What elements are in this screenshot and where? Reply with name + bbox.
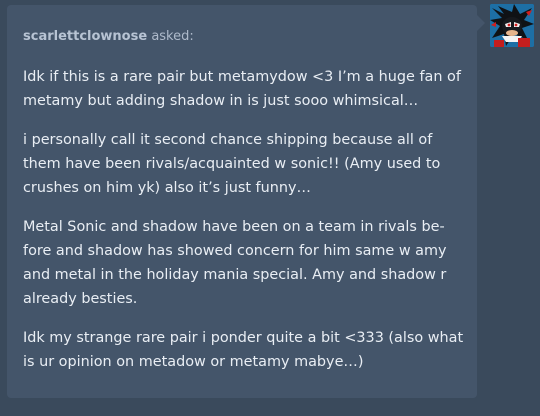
ask-paragraph: Metal Sonic and shadow have been on a te… [23,219,447,307]
ask-paragraph: Idk if this is a rare pair but metamydow… [23,69,461,109]
speech-arrow [477,15,485,31]
shadow-hedgehog-avatar-icon [490,4,534,47]
asked-label: asked: [147,29,194,44]
ask-paragraph: Idk my strange rare pair i ponder quite … [23,330,464,370]
ask-card: scarlettclownose asked: Idk if this is a… [7,5,477,398]
ask-header: scarlettclownose asked: [23,29,194,45]
ask-paragraph: i personally call it second chance shipp… [23,132,441,196]
ask-body: Idk if this is a rare pair but metamydow… [23,65,465,389]
avatar[interactable] [490,4,534,47]
asker-username[interactable]: scarlettclownose [23,29,147,44]
